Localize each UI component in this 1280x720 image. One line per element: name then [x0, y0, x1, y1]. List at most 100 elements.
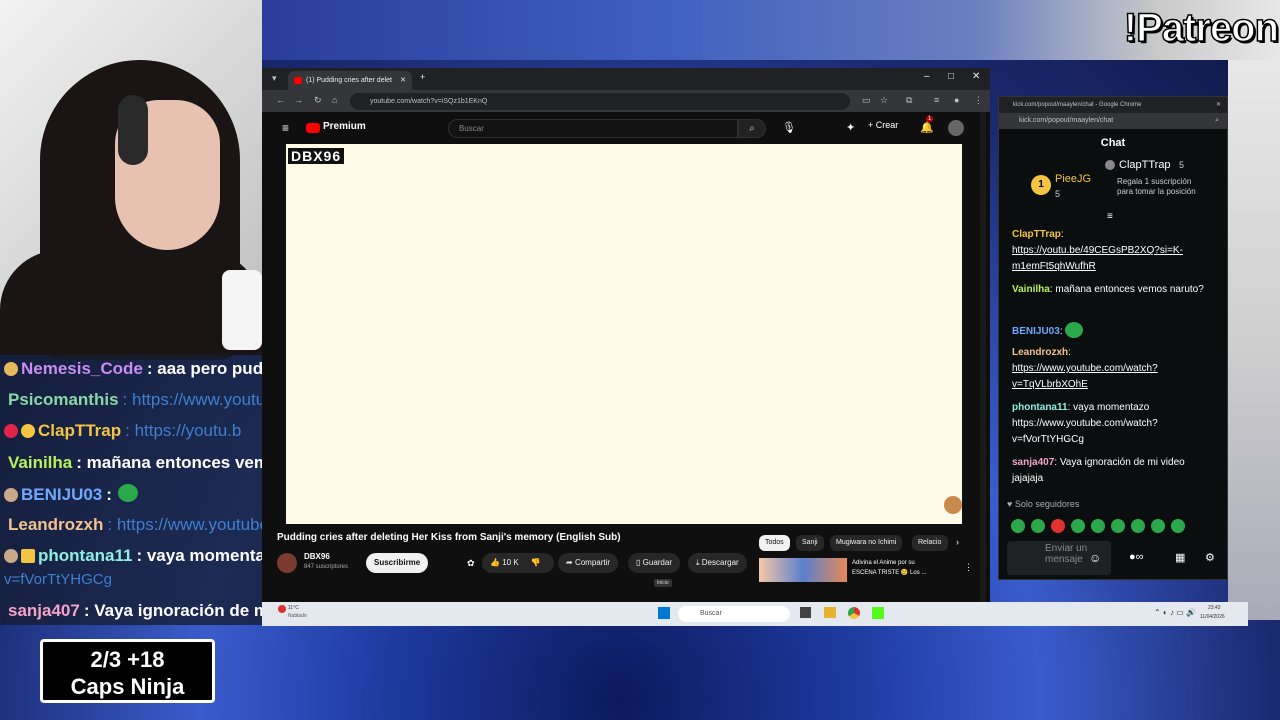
- back-icon[interactable]: ←: [276, 95, 285, 105]
- search-input[interactable]: Buscar: [448, 119, 738, 138]
- extensions-icon[interactable]: ⧉: [906, 95, 912, 106]
- tab-close-icon[interactable]: ✕: [400, 71, 406, 90]
- share-button[interactable]: ➦ Compartir: [558, 553, 619, 573]
- message-link[interactable]: https://www.youtube.com/watch?v=TqVLbrbX…: [1012, 363, 1158, 390]
- hamburger-menu-icon[interactable]: ≡: [282, 121, 289, 135]
- close-window-icon[interactable]: ✕: [1216, 97, 1221, 113]
- emote-icon[interactable]: [1031, 519, 1045, 533]
- emote-icon[interactable]: [1011, 519, 1025, 533]
- menu-dots-icon[interactable]: ⋮: [974, 95, 983, 106]
- address-bar: ← → ↻ ⌂ youtube.com/watch?v=iSQz1b1EKnQ …: [262, 90, 990, 112]
- forward-icon[interactable]: →: [294, 95, 303, 105]
- reload-icon[interactable]: ↻: [314, 95, 322, 106]
- channel-avatar-watermark-icon: [944, 496, 962, 514]
- overlay-chat-line: v=fVorTtYHGCg: [4, 571, 112, 588]
- gifter-name[interactable]: ClapTTrap: [1119, 159, 1171, 171]
- close-window-icon[interactable]: ✕: [972, 71, 980, 82]
- emote-icon[interactable]: [1091, 519, 1105, 533]
- create-button[interactable]: + Crear: [868, 120, 898, 130]
- save-button[interactable]: ▯ Guardar: [628, 553, 680, 573]
- bookmark-icon: ▯: [636, 558, 641, 567]
- chip-todos[interactable]: Todos: [759, 535, 790, 551]
- gift-prompt[interactable]: Regala 1 suscripción para tomar la posic…: [1117, 177, 1209, 197]
- like-dislike-group: 👍 10 K 👎: [482, 553, 554, 573]
- emote-icon: [4, 362, 18, 376]
- chrome-icon[interactable]: [848, 607, 860, 619]
- avatar[interactable]: [948, 120, 964, 136]
- weather-temp[interactable]: 11°C: [288, 605, 299, 611]
- kick-url-bar[interactable]: kick.com/popout/maaylen/chat ⌕: [999, 113, 1227, 129]
- more-options-icon[interactable]: ⋮: [964, 562, 973, 573]
- taskview-icon[interactable]: [800, 607, 811, 618]
- youtube-create-icon[interactable]: ✦: [846, 121, 855, 134]
- top-gifter-name[interactable]: PieeJG: [1055, 173, 1091, 185]
- channel-name[interactable]: DBX96: [304, 552, 330, 561]
- caps-count: 2/3 +18: [90, 647, 165, 672]
- scrollbar[interactable]: [980, 112, 986, 602]
- overlay-chat-line: phontana11: vaya momentaz: [4, 546, 262, 566]
- taskbar-search[interactable]: Buscar: [678, 606, 790, 622]
- url-field[interactable]: youtube.com/watch?v=iSQz1b1EKnQ: [350, 93, 850, 110]
- clock-date[interactable]: 11/04/2026: [1200, 614, 1225, 620]
- home-icon[interactable]: ⌂: [332, 95, 337, 105]
- browser-tab[interactable]: (1) Pudding cries after delet ✕: [288, 71, 412, 90]
- clock-time[interactable]: 23:43: [1208, 605, 1221, 611]
- chip-mugiwara[interactable]: Mugiwara no Ichimi: [830, 535, 903, 551]
- search-button[interactable]: ⌕: [738, 119, 766, 138]
- overlay-chat-line: Vainilha: mañana entonces vemo: [8, 453, 262, 472]
- gear-icon[interactable]: ⚙: [1205, 551, 1215, 564]
- zoom-icon[interactable]: ⌕: [1215, 113, 1219, 129]
- youtube-logo-icon[interactable]: [306, 123, 320, 133]
- dislike-icon[interactable]: 👎: [531, 558, 541, 567]
- youtube-premium-label[interactable]: Premium: [323, 121, 366, 132]
- windows-start-icon[interactable]: [658, 607, 670, 619]
- emoji-icon[interactable]: ☺: [1089, 551, 1101, 565]
- browser-window: ▾ (1) Pudding cries after delet ✕ + – □ …: [262, 68, 990, 602]
- store-icon[interactable]: ▦: [1175, 551, 1185, 564]
- pepe-emote-icon: [1065, 322, 1084, 338]
- channel-avatar[interactable]: [277, 553, 297, 573]
- tray-icons[interactable]: ⌃ ◐ ♪ ▭ 🔊: [1154, 608, 1196, 617]
- profile-icon[interactable]: ●: [954, 95, 959, 105]
- voice-search-icon[interactable]: 🎙: [782, 121, 796, 134]
- emote-icon[interactable]: [1051, 519, 1065, 533]
- bookmark-star-icon[interactable]: ☆: [880, 95, 888, 106]
- emote-icon[interactable]: [1171, 519, 1185, 533]
- like-count[interactable]: 10 K: [502, 558, 518, 567]
- emote-icon[interactable]: [1111, 519, 1125, 533]
- chat-message: sanja407: Vaya ignoración de mi video ja…: [1012, 457, 1185, 484]
- new-tab-icon[interactable]: +: [420, 72, 425, 82]
- gear-icon[interactable]: ✿: [467, 558, 475, 569]
- message-link[interactable]: https://youtu.be/49CEGsPB2XQ?si=K-m1emFt…: [1012, 245, 1183, 272]
- subscriber-count: 847 suscriptores: [304, 564, 349, 570]
- headset: [118, 95, 148, 165]
- tooltip: Inicio: [654, 579, 672, 587]
- recommended-video[interactable]: Adivina el Anime por su ESCENA TRISTE 😢 …: [852, 558, 952, 578]
- emote-icon[interactable]: [1071, 519, 1085, 533]
- app-icon[interactable]: [872, 607, 884, 619]
- tab-search-icon[interactable]: ▾: [272, 73, 277, 84]
- youtube-favicon-icon: [294, 77, 302, 84]
- weather-desc[interactable]: Nublado: [288, 613, 307, 619]
- emote-icon: [4, 549, 18, 563]
- recommended-thumbnail[interactable]: [759, 558, 847, 582]
- download-button[interactable]: ⤓ Descargar: [688, 553, 747, 573]
- chat-header: Chat: [1100, 137, 1126, 149]
- screen-icon[interactable]: ▭: [862, 95, 871, 106]
- maximize-icon[interactable]: □: [948, 71, 954, 82]
- like-icon[interactable]: 👍: [490, 558, 500, 567]
- filter-icon[interactable]: ≡: [1107, 211, 1113, 222]
- emote-icon[interactable]: [1151, 519, 1165, 533]
- chip-relacionados[interactable]: Relacio: [912, 535, 948, 551]
- users-icon[interactable]: ●∞: [1129, 551, 1144, 563]
- search-icon: ⌕: [749, 123, 755, 134]
- subscribe-button[interactable]: Suscribirme: [366, 553, 429, 573]
- media-icon[interactable]: ≡: [934, 95, 939, 105]
- minimize-icon[interactable]: –: [924, 71, 930, 82]
- chip-sanji[interactable]: Sanji: [796, 535, 824, 551]
- explorer-icon[interactable]: [824, 607, 836, 618]
- notifications-icon[interactable]: 🔔: [920, 121, 934, 134]
- emote-icon[interactable]: [1131, 519, 1145, 533]
- chevron-right-icon[interactable]: ›: [956, 537, 959, 547]
- video-player[interactable]: DBX96: [286, 144, 962, 524]
